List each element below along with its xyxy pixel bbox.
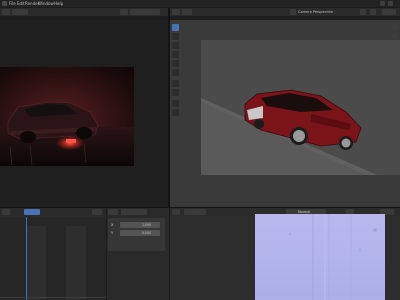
slot-button[interactable] (120, 9, 128, 15)
label-x: X (111, 223, 114, 227)
rendered-car-image (0, 101, 134, 166)
render-view-header (0, 8, 168, 16)
overlay-button[interactable] (360, 9, 366, 15)
measure-tool-icon[interactable] (172, 89, 179, 96)
move-tool-icon[interactable] (172, 42, 179, 49)
timeline-column (66, 226, 86, 300)
menu-edit[interactable]: Edit (17, 1, 25, 6)
image-view-menu-button[interactable] (184, 209, 206, 215)
menu-file[interactable]: File (9, 1, 16, 6)
playhead[interactable] (26, 217, 27, 300)
label-y: Y (111, 231, 114, 235)
timeline-options-button[interactable] (92, 209, 102, 215)
shading-button[interactable] (370, 9, 376, 15)
timeline-area[interactable] (0, 217, 106, 300)
timeline-column (26, 226, 46, 300)
add-cube-tool-icon[interactable] (172, 100, 179, 107)
select-tool-icon[interactable] (172, 24, 179, 31)
extra-tool-icon[interactable] (172, 109, 179, 116)
normal-map-details (288, 214, 377, 300)
zoom-gizmo-icon[interactable] (392, 24, 398, 30)
scene-icon[interactable] (380, 1, 385, 6)
transform-tool-icon[interactable] (172, 69, 179, 76)
timeline-header (0, 208, 106, 217)
rotate-tool-icon[interactable] (172, 51, 179, 58)
timeline-scrollbar[interactable] (0, 297, 106, 298)
render-shading-button[interactable] (382, 9, 396, 15)
scale-tool-icon[interactable] (172, 60, 179, 67)
view-menu-button[interactable] (12, 9, 28, 15)
view-layer-icon[interactable] (388, 1, 393, 6)
mode-button[interactable] (182, 9, 192, 15)
y-value-field[interactable]: 0.000 (120, 230, 160, 236)
render-image (0, 67, 134, 166)
properties-title-button[interactable] (121, 209, 147, 215)
normal-map-image (255, 214, 385, 300)
top-menu-bar: File Edit Render Window Help (0, 0, 400, 7)
blender-logo-icon[interactable] (2, 1, 7, 6)
render-layer-button[interactable] (130, 9, 160, 15)
properties-header-button[interactable] (108, 209, 118, 215)
y-value: 0.000 (142, 231, 152, 235)
pan-gizmo-icon[interactable] (392, 33, 398, 39)
current-frame-button[interactable] (24, 209, 40, 215)
viewport-car-model (201, 89, 400, 190)
x-value-field[interactable]: 1.000 (120, 222, 160, 228)
camera-frame (201, 40, 400, 190)
menu-help[interactable]: Help (54, 1, 63, 6)
cursor-tool-icon[interactable] (172, 33, 179, 40)
viewport-title: Camera Perspective (298, 10, 334, 14)
timeline-editor-button[interactable] (2, 209, 10, 215)
transform-box: X 1.000 Y 0.000 (108, 218, 165, 251)
viewport-header: Camera Perspective (170, 8, 400, 16)
transform-orientation-button[interactable] (290, 9, 296, 15)
x-value: 1.000 (142, 223, 152, 227)
tool-shelf (171, 24, 180, 124)
viewport-type-button[interactable] (172, 9, 180, 15)
menu-window[interactable]: Window (38, 1, 54, 6)
editor-type-button[interactable] (2, 9, 10, 15)
image-editor-type-button[interactable] (172, 209, 180, 215)
annotate-tool-icon[interactable] (172, 80, 179, 87)
